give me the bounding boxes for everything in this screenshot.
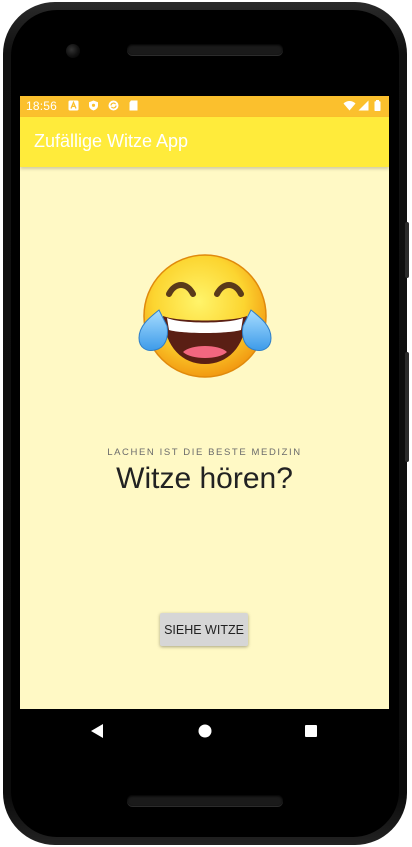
signal-icon [358,100,369,111]
headline: Witze hören? [116,462,293,495]
back-icon[interactable] [90,723,104,739]
battery-icon [374,100,381,111]
app-bar: Zufällige Witze App [20,117,389,167]
navigation-bar [20,709,389,754]
power-button [405,222,409,278]
wifi-icon [343,101,356,111]
volume-button [405,352,409,462]
bottom-speaker [127,795,283,806]
letter-a-icon [68,100,79,111]
sync-icon [108,100,119,111]
top-speaker [127,44,283,55]
face-with-tears-of-joy-icon [138,254,272,378]
front-camera [66,44,80,58]
home-icon[interactable] [198,723,212,739]
status-bar: 18:56 [20,96,389,117]
status-time: 18:56 [26,99,58,113]
see-jokes-button[interactable]: SIEHE WITZE [160,613,248,646]
app-title: Zufällige Witze App [34,131,189,151]
recents-icon[interactable] [304,723,318,739]
tagline: LACHEN IST DIE BESTE MEDIZIN [107,447,302,458]
screen: 18:56 Zufällige Witze App LACHEN IST DIE… [20,96,389,709]
shield-icon [89,100,98,111]
sd-card-icon [129,100,138,111]
